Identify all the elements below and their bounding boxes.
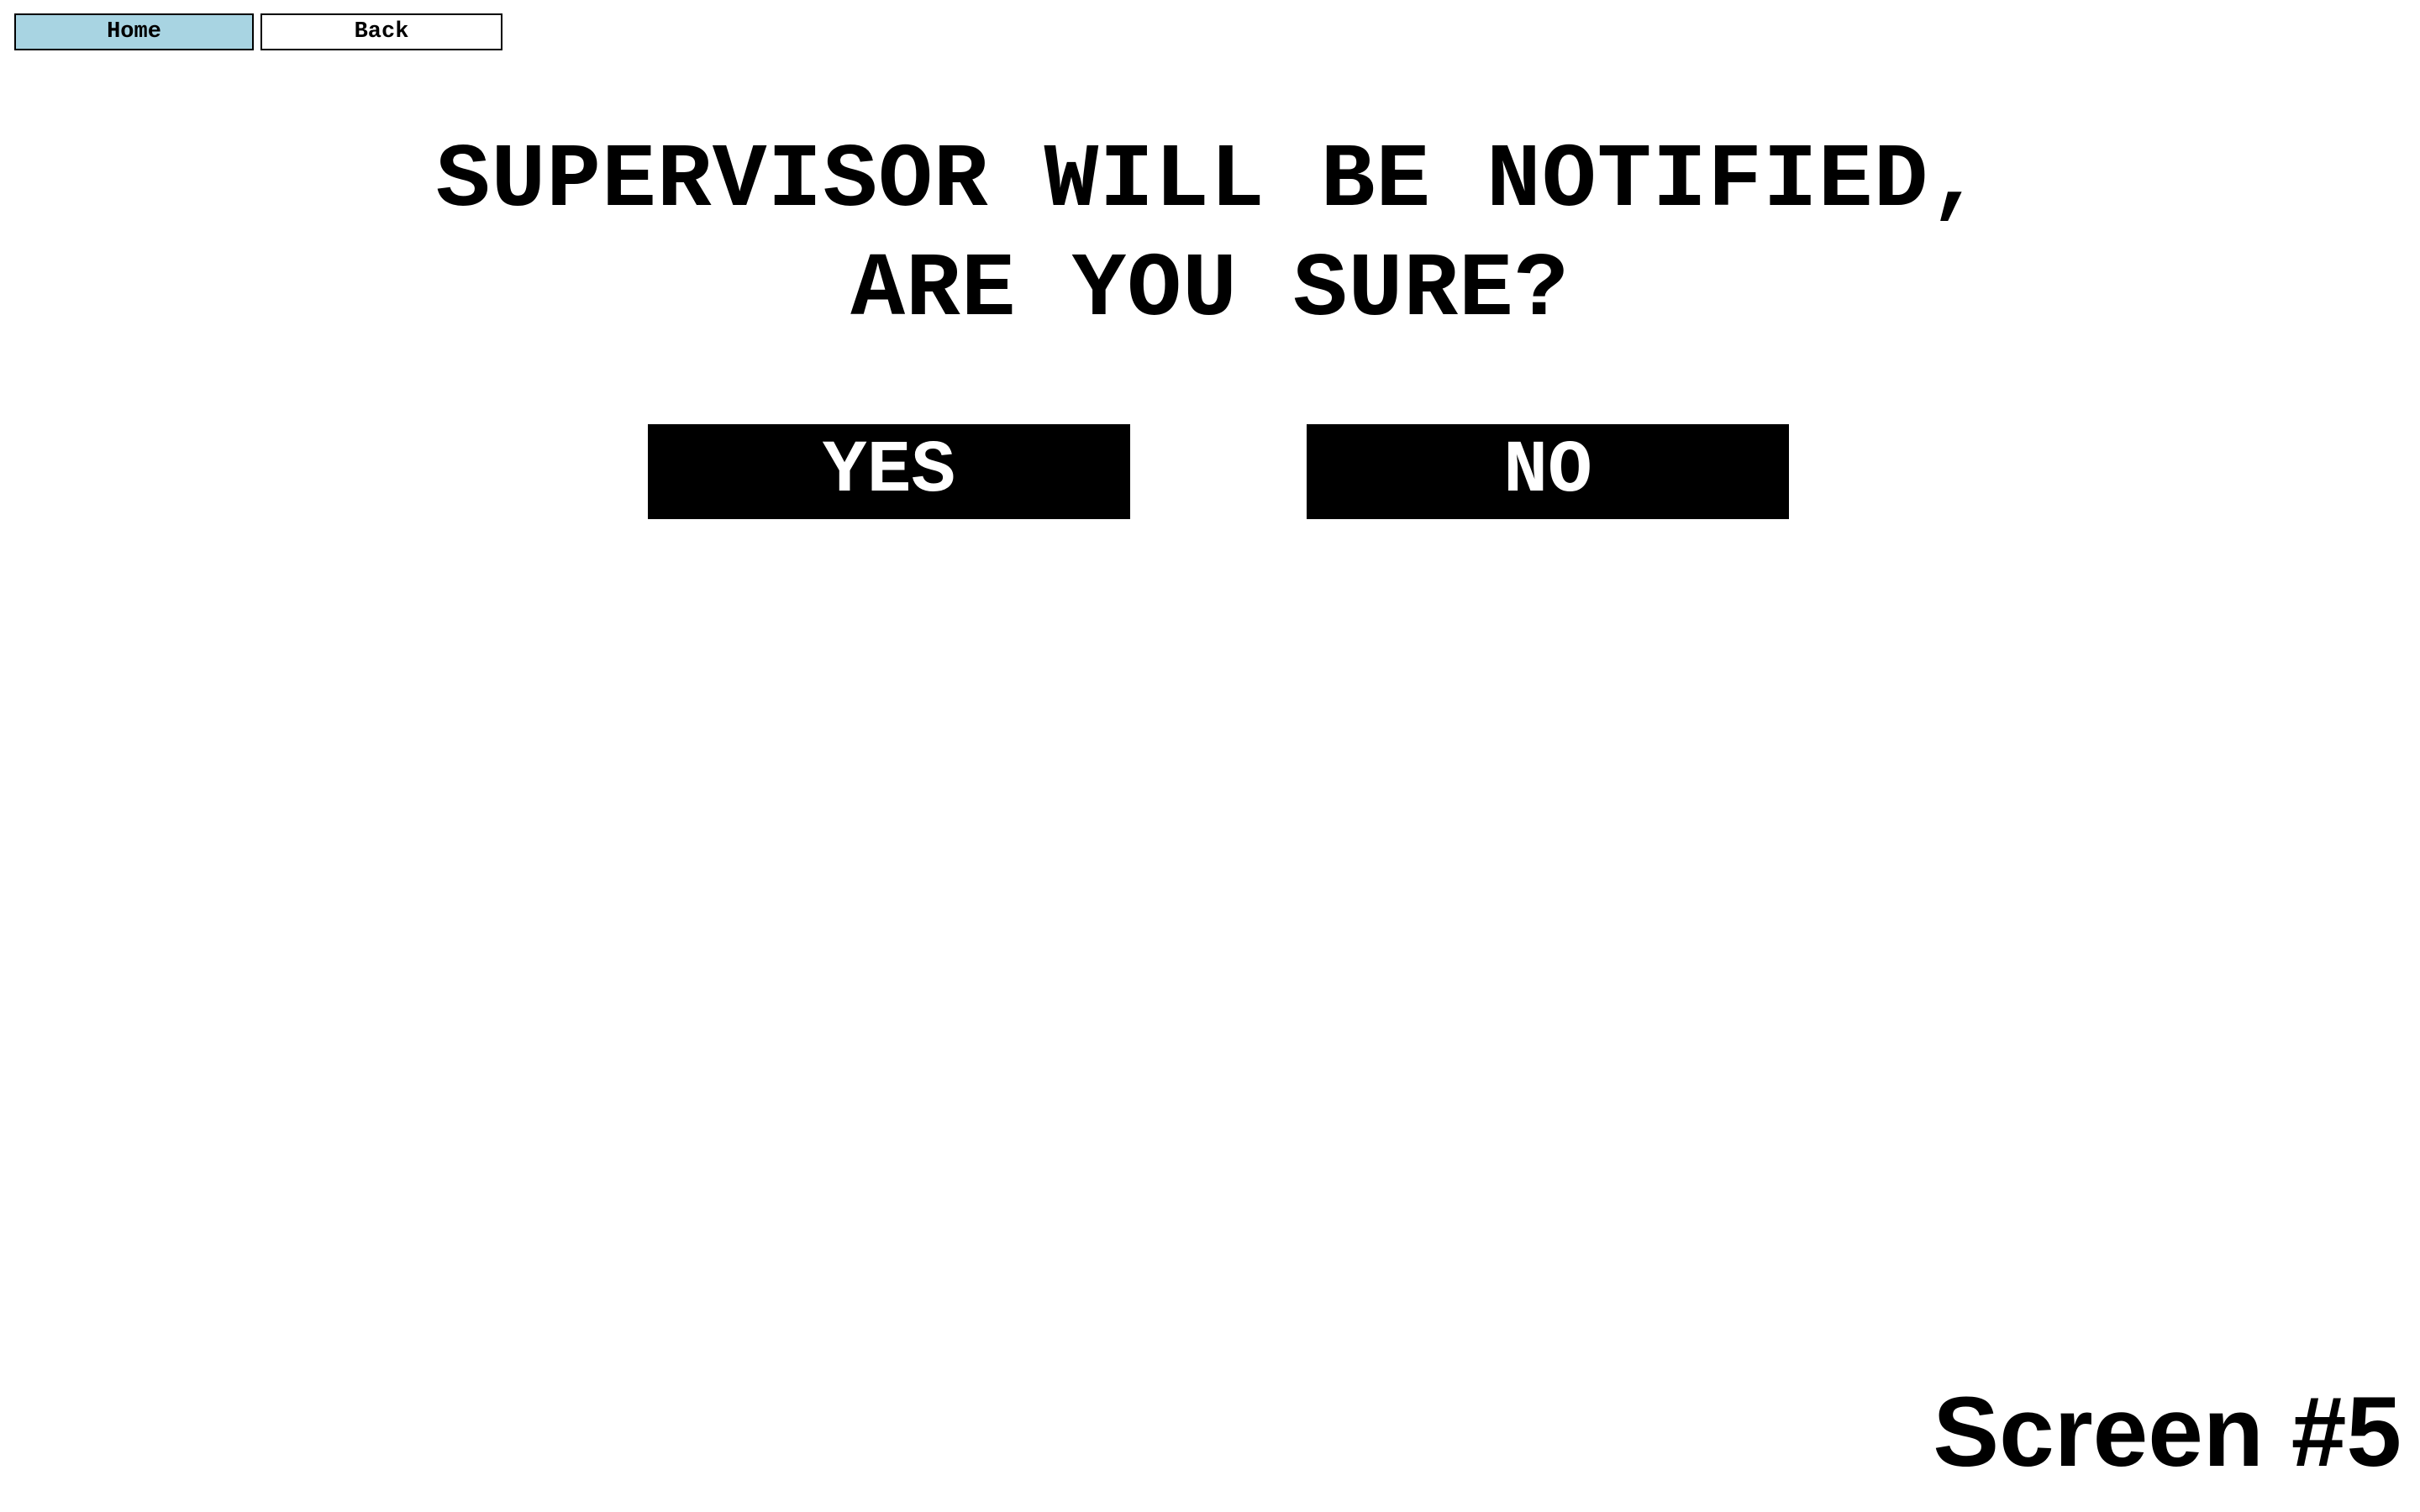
- confirmation-message-line-1: SUPERVISOR WILL BE NOTIFIED,: [435, 130, 1985, 233]
- screen-number-label: Screen #5: [1933, 1377, 2402, 1488]
- no-button[interactable]: NO: [1307, 424, 1789, 519]
- back-button[interactable]: Back: [260, 13, 502, 50]
- confirmation-message-line-2: ARE YOU SURE?: [850, 239, 1570, 342]
- home-button[interactable]: Home: [14, 13, 254, 50]
- yes-button[interactable]: YES: [648, 424, 1130, 519]
